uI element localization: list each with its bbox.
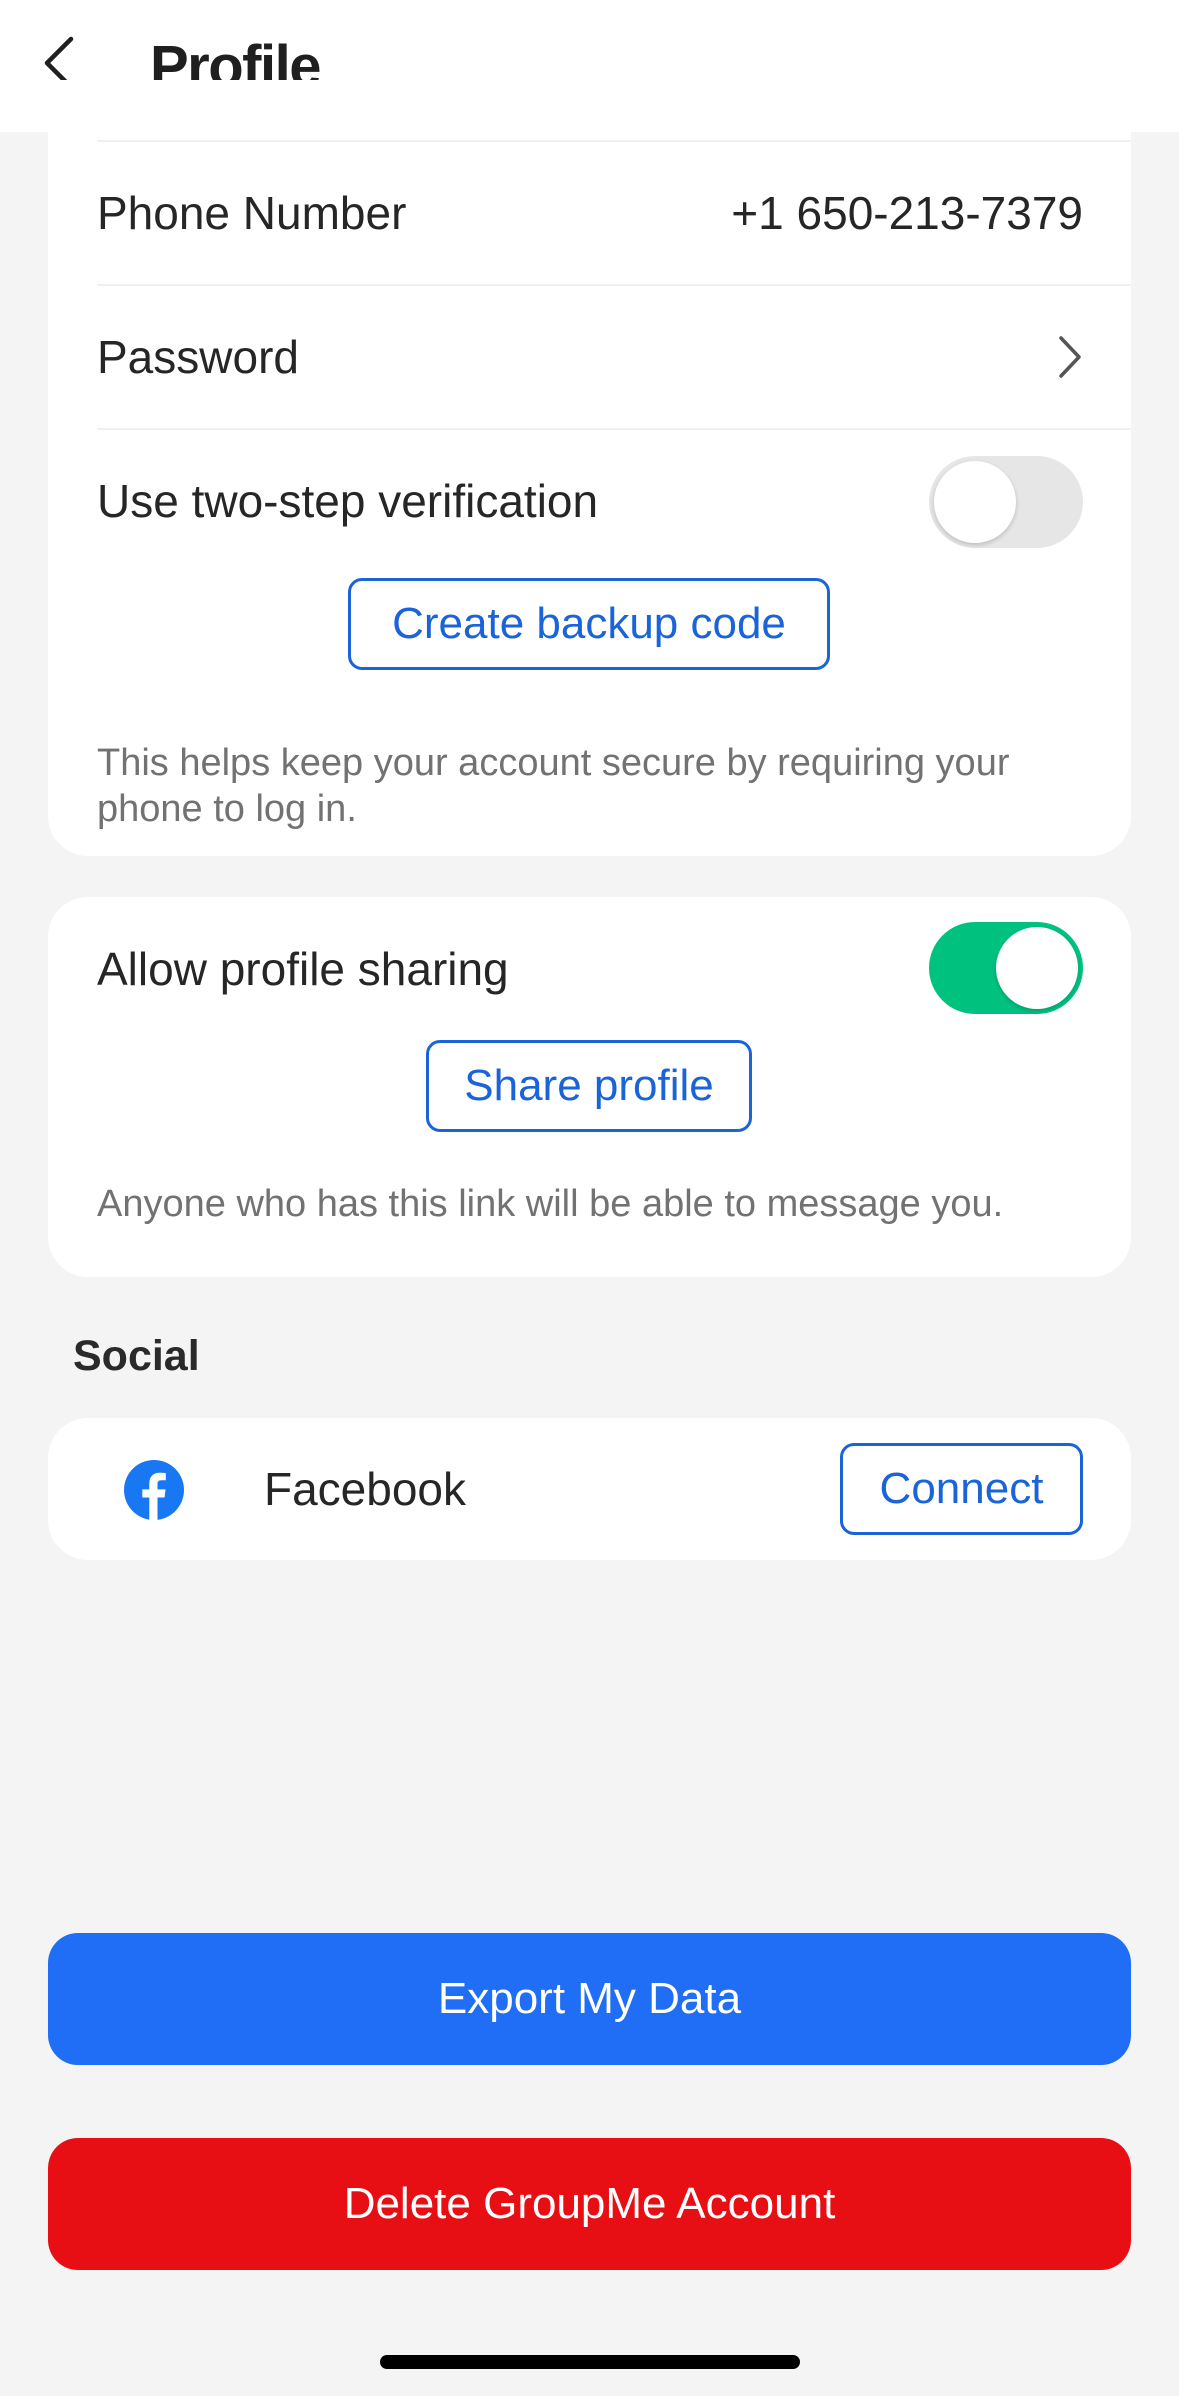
two-step-help-text: This helps keep your account secure by r… [97,742,1010,830]
chevron-right-icon [1059,336,1081,378]
social-card: Facebook Connect [48,1418,1131,1560]
create-backup-code-button[interactable]: Create backup code [348,578,830,670]
profile-sharing-card: Allow profile sharing Share profile Anyo… [48,897,1131,1277]
delete-account-button[interactable]: Delete GroupMe Account [48,2138,1131,2270]
profile-sharing-toggle[interactable] [929,922,1083,1014]
facebook-icon [124,1460,184,1520]
profile-sharing-label: Allow profile sharing [97,943,509,995]
two-step-toggle[interactable] [929,456,1083,548]
home-indicator[interactable] [380,2355,800,2369]
social-section-title: Social [73,1332,200,1380]
divider [97,428,1131,430]
phone-number-label: Phone Number [97,187,407,239]
account-security-card: Phone Number +1 650-213-7379 Password Us… [48,80,1131,856]
facebook-connect-button[interactable]: Connect [840,1443,1083,1535]
export-my-data-button[interactable]: Export My Data [48,1933,1131,2065]
facebook-label: Facebook [264,1463,467,1515]
phone-number-value[interactable]: +1 650-213-7379 [731,186,1083,240]
password-row[interactable]: Password [48,286,1131,426]
toggle-knob [996,927,1078,1009]
profile-screen: Profile Phone Number +1 650-213-7379 Pas… [0,0,1179,2396]
profile-sharing-help-text: Anyone who has this link will be able to… [97,1183,1004,1225]
divider [97,140,1131,142]
share-profile-button[interactable]: Share profile [426,1040,752,1132]
password-label: Password [97,331,299,383]
toggle-knob [934,461,1016,543]
two-step-label: Use two-step verification [97,475,599,527]
